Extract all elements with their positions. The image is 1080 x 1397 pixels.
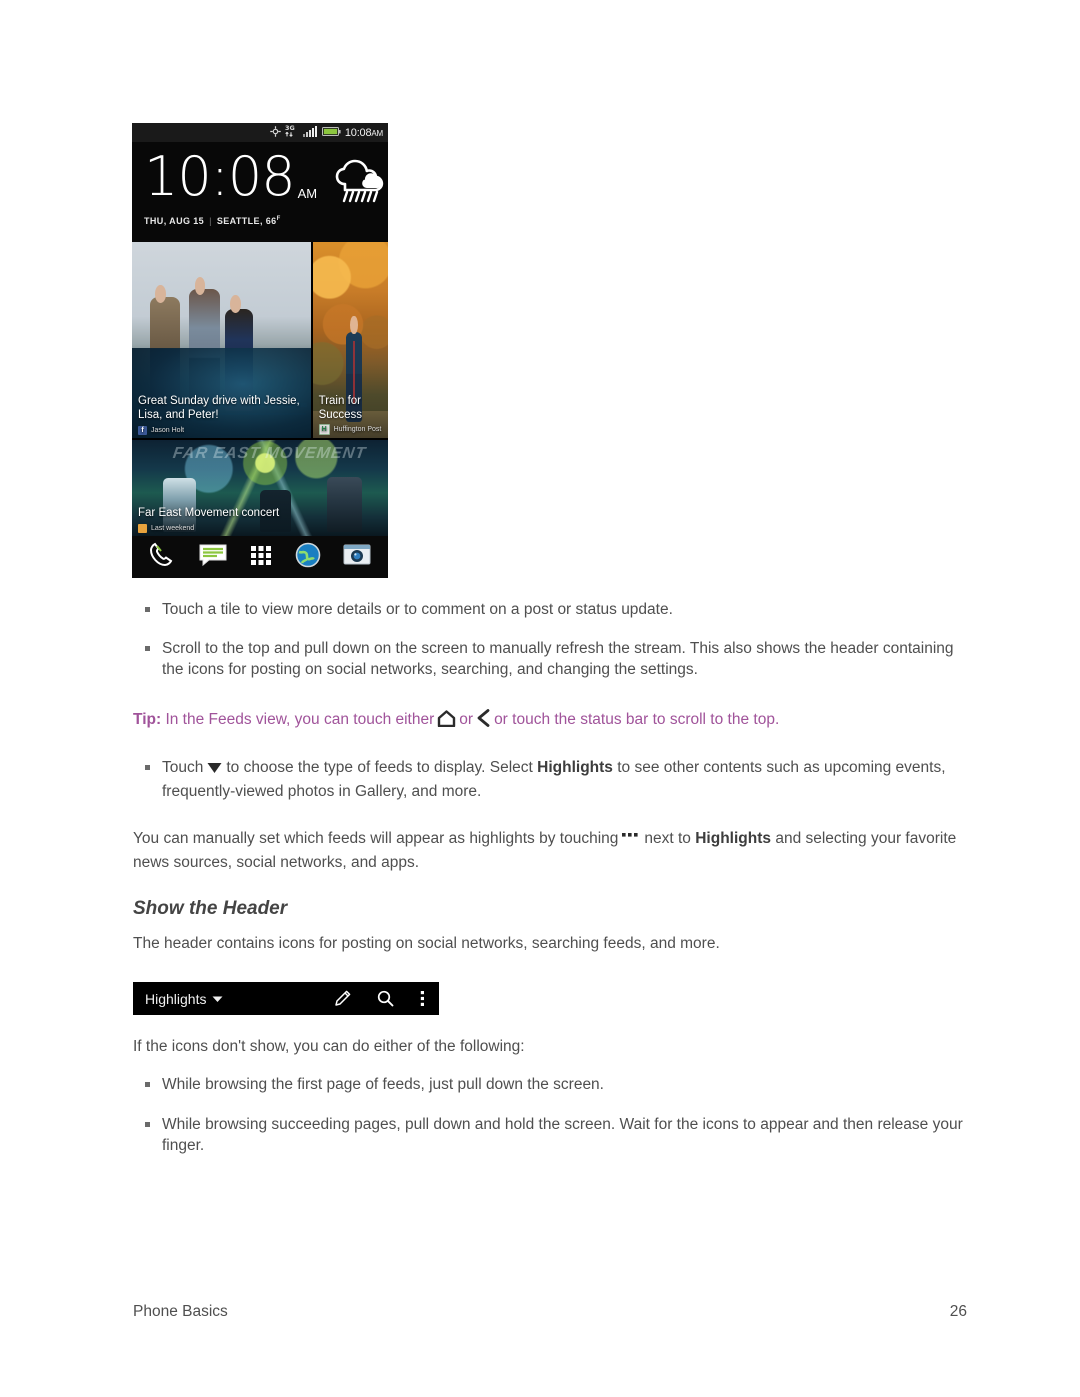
section-heading: Show the Header [133,898,288,919]
feed-tile-concert[interactable]: FAR EAST MOVEMENT Far East Movement conc… [132,438,388,536]
phone-dock [132,536,388,578]
header-bar-figure: Highlights [133,982,439,1015]
paragraph-icons-dont-show: If the icons don't show, you can do eith… [133,1038,525,1055]
tip-label: Tip: [133,711,162,728]
bullet3-part-2: to choose the type of feeds to display. … [226,759,533,776]
status-bar-ampm: AM [371,128,383,138]
overflow-dots-icon [621,831,641,852]
clock-weather-widget[interactable]: 10:08 AM THU, AUG 15 | SEATTLE, 66F [132,142,388,242]
gps-icon [270,124,281,142]
camera-icon[interactable] [342,542,372,573]
widget-date: THU, AUG 15 [144,216,205,226]
tile-photo-concert: FAR EAST MOVEMENT [132,440,388,536]
back-icon [476,709,491,733]
widget-time: 10:08 [144,145,296,208]
list-item: Touch a tile to view more details or to … [145,599,965,620]
signal-bars-icon [302,124,318,142]
tip-callout: Tip: In the Feeds view, you can touch ei… [133,709,963,733]
browser-icon[interactable] [294,541,322,574]
bullet-marker [145,1082,150,1087]
tip-text-part-1: In the Feeds view, you can touch either [165,711,435,728]
list-item: Scroll to the top and pull down on the s… [145,638,965,680]
status-bar-time: 10:08 [344,126,372,139]
tile-source: Last weekend [138,524,194,533]
footer-page-number: 26 [949,1303,967,1320]
tip-text-part-2: or [459,711,474,728]
list-item-text: Touch to choose the type of feeds to disp… [162,757,965,802]
list-item: While browsing the first page of feeds, … [145,1074,965,1095]
feed-tile-drive[interactable]: Great Sunday drive with Jessie, Lisa, an… [132,242,311,438]
para1-part-2: next to [644,830,691,847]
phone-screenshot-figure: 3G 10:08AM 10:08 AM THU, AUG 15 | SEATTL… [132,123,388,578]
tip-text-part-3: or touch the status bar to scroll to the… [494,711,780,728]
3g-data-icon: 3G [285,124,299,142]
tile-caption: Far East Movement concert [138,506,280,519]
huffington-post-icon: H [318,424,330,435]
bullet3-bold-highlights: Highlights [537,759,613,776]
tile-caption: Great Sunday drive with Jessie, Lisa, an… [138,395,300,421]
messages-icon[interactable] [198,542,228,573]
document-page: 3G 10:08AM 10:08 AM THU, AUG 15 | SEATTL… [0,0,1080,1397]
para1-part-1: You can manually set which feeds will ap… [133,830,619,847]
caret-down-icon[interactable] [212,990,223,1008]
list-item-text: Touch a tile to view more details or to … [162,601,673,618]
header-bar-title[interactable]: Highlights [145,991,206,1007]
page-footer: Phone Basics 26 [133,1303,967,1321]
dropdown-triangle-icon [206,760,223,781]
widget-degree-unit: F [276,216,281,222]
all-apps-icon[interactable] [248,542,274,573]
list-item: Touch to choose the type of feeds to disp… [145,757,965,802]
tile-caption: Train for Success [318,395,363,421]
footer-section-label: Phone Basics [133,1303,228,1320]
bullet-marker [145,646,150,651]
compose-pencil-icon[interactable] [334,990,351,1007]
feed-tiles-row: Great Sunday drive with Jessie, Lisa, an… [132,242,388,438]
status-bar-clock: 10:08AM [345,127,383,139]
bullet3-part-1: Touch [162,759,204,776]
tile-source: H Huffington Post [318,424,382,435]
feed-tile-train[interactable]: Train for Success H Huffington Post [310,242,388,438]
widget-separator: | [209,216,212,226]
widget-date-location: THU, AUG 15 | SEATTLE, 66F [144,216,378,226]
widget-location: SEATTLE, 66 [216,216,277,226]
overflow-menu-icon[interactable] [420,990,425,1007]
phone-status-bar: 3G 10:08AM [132,123,388,142]
list-item: While browsing succeeding pages, pull do… [145,1114,965,1156]
list-item-text: Scroll to the top and pull down on the s… [162,640,954,678]
svg-text:3G: 3G [285,124,295,132]
bullet-marker [145,1122,150,1127]
list-item-text: While browsing the first page of feeds, … [162,1076,604,1093]
tile-source-label: Jason Holt [151,427,185,434]
bullet-marker [145,765,150,770]
paragraph-header-desc: The header contains icons for posting on… [133,935,720,952]
battery-icon [321,124,341,142]
widget-ampm: AM [297,186,318,201]
rain-cloud-icon [331,156,388,211]
concert-band-text: FAR EAST MOVEMENT [171,444,368,462]
phone-icon[interactable] [148,542,178,573]
tile-source-label: Huffington Post [333,426,382,433]
bullet-marker [145,607,150,612]
list-item-text: While browsing succeeding pages, pull do… [162,1116,963,1154]
paragraph-highlights: You can manually set which feeds will ap… [133,828,963,873]
para1-bold-highlights: Highlights [695,830,772,847]
search-icon[interactable] [377,990,394,1007]
tile-source: f Jason Holt [138,426,184,435]
calendar-icon [138,524,147,533]
home-icon [437,710,456,733]
facebook-icon: f [138,426,147,435]
tile-source-label: Last weekend [151,525,195,532]
